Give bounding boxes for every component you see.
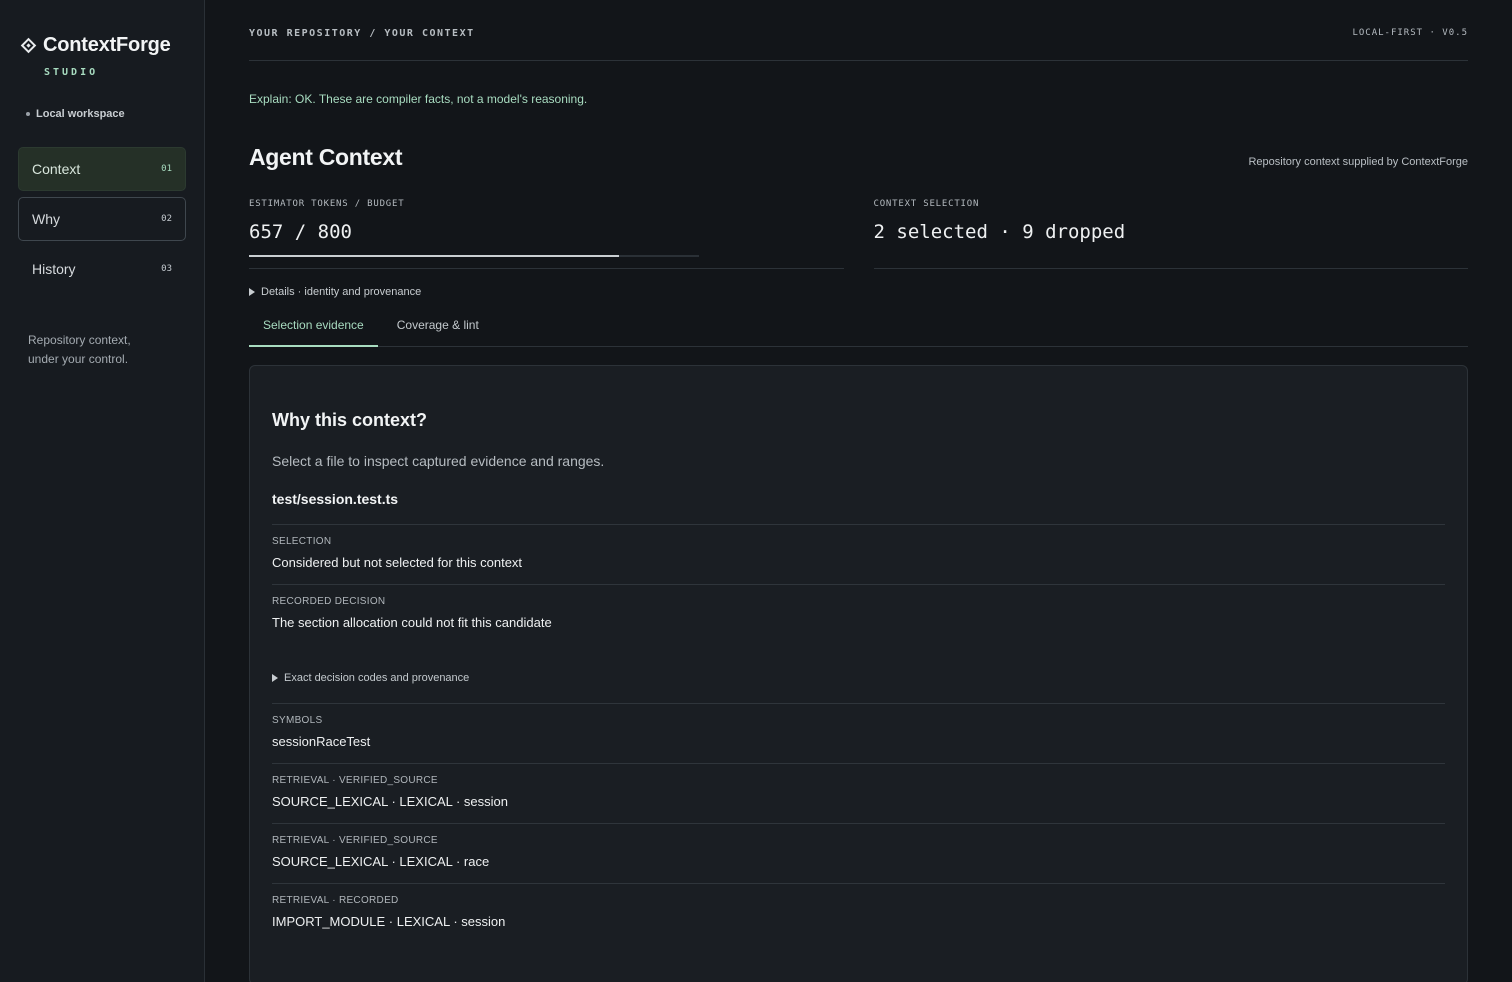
row-label: RETRIEVAL · VERIFIED_SOURCE: [272, 775, 438, 786]
sidebar: ContextForge STUDIO Local workspace Cont…: [0, 0, 205, 982]
sidebar-item-number: 01: [161, 164, 172, 174]
stats-row: ESTIMATOR TOKENS / BUDGET 657 / 800 CONT…: [249, 199, 1468, 269]
explain-status: Explain: OK. These are compiler facts, n…: [249, 92, 588, 106]
brand-subtitle: STUDIO: [44, 67, 99, 78]
evidence-row: RETRIEVAL · VERIFIED_SOURCE SOURCE_LEXIC…: [272, 764, 1445, 824]
evidence-row: RETRIEVAL · VERIFIED_SOURCE SOURCE_LEXIC…: [272, 824, 1445, 884]
row-value: SOURCE_LEXICAL · LEXICAL · race: [272, 854, 490, 869]
row-value: sessionRaceTest: [272, 734, 371, 749]
details-label: Details · identity and provenance: [261, 286, 422, 298]
sidebar-item-label: Why: [32, 211, 60, 227]
sidebar-item-label: Context: [32, 161, 81, 177]
sidebar-item-why[interactable]: Why 02: [18, 197, 186, 241]
sidebar-item-number: 02: [161, 214, 172, 224]
row-label: SYMBOLS: [272, 715, 323, 726]
sidebar-item-history[interactable]: History 03: [18, 247, 186, 291]
diamond-logo-icon: [20, 37, 37, 54]
context-selection-stat: CONTEXT SELECTION 2 selected · 9 dropped: [873, 199, 1468, 269]
decision-row: RECORDED DECISION The section allocation…: [272, 585, 1445, 644]
main-content: YOUR REPOSITORY / YOUR CONTEXT LOCAL-FIR…: [205, 0, 1512, 982]
tab-bar: Selection evidence Coverage & lint: [249, 318, 1468, 347]
workspace-indicator: Local workspace: [18, 108, 186, 120]
row-value: IMPORT_MODULE · LEXICAL · session: [272, 914, 506, 929]
panel-title: Why this context?: [272, 410, 428, 430]
title-row: Agent Context Repository context supplie…: [249, 144, 1468, 171]
sidebar-item-number: 03: [161, 264, 172, 274]
panel-subtitle: Select a file to inspect captured eviden…: [272, 453, 605, 469]
tagline-line: under your control.: [28, 352, 129, 366]
tagline-line: Repository context,: [28, 333, 131, 347]
top-bar: YOUR REPOSITORY / YOUR CONTEXT LOCAL-FIR…: [249, 0, 1468, 61]
details-toggle[interactable]: Details · identity and provenance: [249, 286, 1468, 298]
stat-label: ESTIMATOR TOKENS / BUDGET: [249, 199, 405, 209]
sidebar-nav: Context 01 Why 02 History 03: [18, 147, 186, 291]
evidence-panel: Why this context? Select a file to inspe…: [249, 365, 1468, 982]
row-value: The section allocation could not fit thi…: [272, 615, 552, 630]
tab-coverage-lint[interactable]: Coverage & lint: [383, 318, 493, 346]
sidebar-item-label: History: [32, 261, 76, 277]
sidebar-tagline: Repository context, under your control.: [18, 331, 186, 369]
token-budget-bar: [249, 255, 699, 257]
selected-file-name: test/session.test.ts: [272, 491, 1445, 525]
sidebar-item-context[interactable]: Context 01: [18, 147, 186, 191]
triangle-right-icon: [249, 288, 255, 296]
triangle-right-icon: [272, 674, 278, 682]
version-label: LOCAL-FIRST · V0.5: [1352, 28, 1468, 38]
row-label: SELECTION: [272, 536, 332, 547]
brand[interactable]: ContextForge: [18, 34, 186, 57]
status-dot-icon: [26, 112, 30, 116]
evidence-row: SYMBOLS sessionRaceTest: [272, 704, 1445, 764]
brand-name: ContextForge: [43, 34, 171, 56]
exact-decision-toggle[interactable]: Exact decision codes and provenance: [272, 644, 1445, 704]
tab-selection-evidence[interactable]: Selection evidence: [249, 318, 378, 347]
row-label: RETRIEVAL · VERIFIED_SOURCE: [272, 835, 438, 846]
page-title: Agent Context: [249, 144, 403, 170]
supplied-by-note: Repository context supplied by ContextFo…: [1248, 156, 1468, 168]
token-budget-fill: [249, 255, 619, 257]
selection-row: SELECTION Considered but not selected fo…: [272, 525, 1445, 585]
exact-decision-label: Exact decision codes and provenance: [284, 672, 470, 684]
context-selection-value: 2 selected · 9 dropped: [873, 221, 1126, 243]
stat-label: CONTEXT SELECTION: [873, 199, 980, 209]
breadcrumb: YOUR REPOSITORY / YOUR CONTEXT: [249, 27, 475, 39]
token-budget-stat: ESTIMATOR TOKENS / BUDGET 657 / 800: [249, 199, 844, 269]
workspace-label: Local workspace: [36, 108, 125, 120]
row-label: RECORDED DECISION: [272, 596, 386, 607]
row-value: SOURCE_LEXICAL · LEXICAL · session: [272, 794, 509, 809]
row-value: Considered but not selected for this con…: [272, 555, 523, 570]
token-budget-value: 657 / 800: [249, 221, 352, 243]
evidence-row: RETRIEVAL · RECORDED IMPORT_MODULE · LEX…: [272, 884, 1445, 943]
row-label: RETRIEVAL · RECORDED: [272, 895, 399, 906]
